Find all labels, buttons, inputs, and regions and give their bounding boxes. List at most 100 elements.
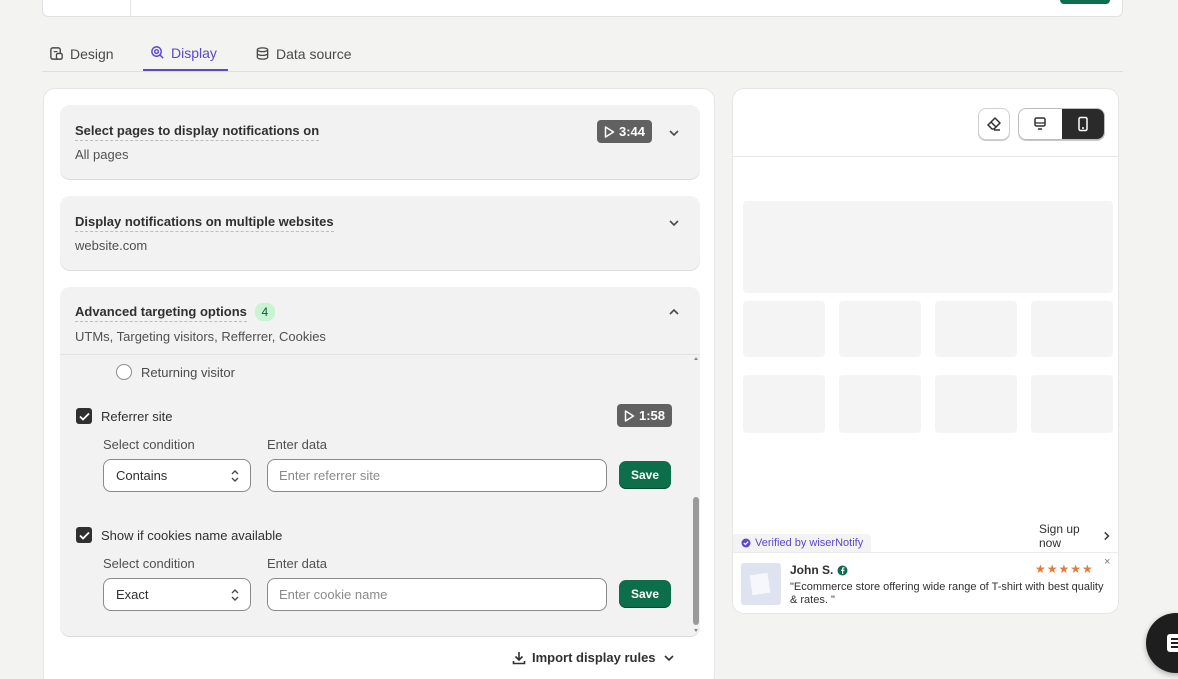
pages-title-text: Select pages to display notifications on (75, 123, 320, 141)
scroll-down-icon[interactable] (694, 629, 698, 632)
tab-bar: Design Display Data source (42, 36, 1123, 72)
tab-design[interactable]: Design (42, 36, 121, 71)
header-divider (130, 0, 131, 16)
display-settings-panel: Select pages to display notifications on… (43, 88, 715, 679)
scrollbar-thumb[interactable] (693, 497, 699, 625)
referrer-save-button[interactable]: Save (619, 461, 671, 489)
scroll-up-icon[interactable] (694, 357, 698, 360)
preview-toolbar (733, 89, 1118, 157)
notification-preview[interactable]: John S. ★★★★★ × "Ecommerce store offerin… (733, 552, 1118, 613)
product-thumbnail (741, 563, 781, 605)
cookie-name-input[interactable] (267, 578, 607, 611)
verified-label: Verified by wiserNotify (755, 537, 864, 549)
referrer-site-option[interactable]: Referrer site (76, 408, 173, 424)
skeleton-block (839, 301, 921, 357)
cookies-condition-value: Exact (116, 587, 149, 602)
facebook-icon (837, 565, 848, 575)
sign-up-label: Sign up now (1039, 522, 1080, 550)
skeleton-block (935, 301, 1017, 357)
skeleton-block (935, 375, 1017, 433)
pages-video-badge[interactable]: 3:44 (597, 120, 653, 143)
cookies-condition-select[interactable]: Exact (103, 578, 251, 611)
referrer-video-badge[interactable]: 1:58 (617, 404, 673, 427)
top-header-bar (42, 0, 1123, 17)
select-arrows-icon (231, 470, 239, 482)
verified-check-icon (741, 538, 751, 548)
reviewer-name-text: John S. (790, 563, 834, 577)
design-icon (50, 47, 63, 60)
sign-up-link[interactable]: Sign up now (1031, 522, 1118, 550)
desktop-icon (1034, 117, 1046, 130)
tab-design-label: Design (70, 45, 114, 62)
skeleton-block (839, 375, 921, 433)
skeleton-block (1031, 375, 1113, 433)
scrollbar[interactable] (692, 355, 700, 636)
chevron-right-icon (1104, 531, 1110, 541)
play-icon (624, 409, 635, 422)
checkmark-icon (78, 531, 90, 540)
select-arrows-icon (231, 589, 239, 601)
referrer-data-label: Enter data (267, 437, 327, 452)
cookies-option[interactable]: Show if cookies name available (76, 527, 282, 543)
pages-video-duration: 3:44 (619, 124, 646, 139)
cookies-save-button[interactable]: Save (619, 580, 671, 608)
chat-widget-button[interactable] (1146, 613, 1178, 673)
chevron-down-icon[interactable] (667, 126, 681, 140)
skeleton-block (743, 375, 825, 433)
display-icon (151, 46, 164, 59)
websites-card-subtitle: website.com (75, 238, 148, 253)
pages-card-subtitle: All pages (75, 147, 129, 162)
referrer-checkbox[interactable] (76, 408, 92, 424)
referrer-condition-value: Contains (116, 468, 168, 483)
referrer-label: Referrer site (101, 408, 173, 424)
tab-display[interactable]: Display (143, 36, 228, 71)
advanced-title-text: Advanced targeting options (75, 304, 247, 322)
advanced-targeting-card: Advanced targeting options 4 UTMs, Targe… (60, 287, 700, 636)
advanced-scroll-area[interactable]: Returning visitor Referrer site 1:58 Sel… (60, 354, 700, 636)
cookies-checkbox[interactable] (76, 527, 92, 543)
pages-card[interactable]: Select pages to display notifications on… (60, 105, 700, 179)
checkmark-icon (78, 412, 90, 421)
device-toggle (1018, 108, 1105, 140)
import-label: Import display rules (532, 650, 656, 665)
websites-card-title: Display notifications on multiple websit… (75, 214, 334, 232)
rating-stars: ★★★★★ (1035, 562, 1094, 576)
play-icon (604, 125, 615, 138)
referrer-video-duration: 1:58 (639, 408, 666, 423)
cookies-label: Show if cookies name available (101, 527, 283, 543)
advanced-count-badge: 4 (254, 303, 276, 321)
returning-visitor-option[interactable]: Returning visitor (116, 364, 235, 380)
mobile-view-button[interactable] (1061, 109, 1104, 139)
download-icon (512, 651, 526, 664)
review-quote: "Ecommerce store offering wide range of … (790, 581, 1104, 606)
websites-card[interactable]: Display notifications on multiple websit… (60, 196, 700, 270)
skeleton-banner (743, 201, 1113, 293)
header-primary-button[interactable] (1060, 0, 1110, 4)
referrer-site-input[interactable] (267, 459, 607, 492)
reset-preview-button[interactable] (978, 108, 1010, 140)
cookies-condition-label: Select condition (103, 556, 195, 571)
eraser-icon (987, 117, 1001, 131)
database-icon (256, 47, 269, 60)
returning-visitor-label: Returning visitor (141, 364, 235, 380)
mobile-icon (1078, 116, 1088, 132)
advanced-card-subtitle: UTMs, Targeting visitors, Refferrer, Coo… (75, 329, 326, 344)
chevron-down-icon[interactable] (667, 216, 681, 230)
referrer-condition-select[interactable]: Contains (103, 459, 251, 492)
radio-button[interactable] (116, 364, 132, 380)
import-display-rules-button[interactable]: Import display rules (512, 650, 676, 665)
cookies-data-label: Enter data (267, 556, 327, 571)
advanced-card-title: Advanced targeting options 4 (75, 303, 276, 322)
pages-card-title: Select pages to display notifications on (75, 123, 320, 141)
skeleton-block (1031, 301, 1113, 357)
preview-panel: Sign up now Verified by wiserNotify John… (732, 88, 1119, 614)
chevron-up-icon[interactable] (667, 305, 681, 319)
desktop-view-button[interactable] (1019, 109, 1062, 139)
websites-title-text: Display notifications on multiple websit… (75, 214, 334, 232)
menu-icon (1167, 634, 1178, 652)
close-icon[interactable]: × (1104, 556, 1110, 568)
chevron-down-icon (663, 654, 674, 661)
referrer-condition-label: Select condition (103, 437, 195, 452)
tab-display-label: Display (171, 44, 217, 61)
tab-data-source[interactable]: Data source (248, 36, 358, 71)
